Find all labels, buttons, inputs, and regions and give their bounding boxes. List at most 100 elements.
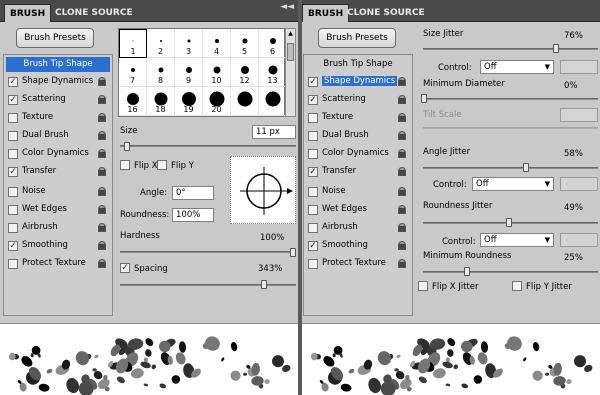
sidebar-item-dual-brush[interactable]: Dual Brush: [304, 127, 412, 145]
angle-field[interactable]: 0°: [172, 186, 214, 200]
lock-icon[interactable]: [398, 167, 406, 176]
brush-presets-button[interactable]: Brush Presets: [318, 28, 396, 48]
brush-tip-cell[interactable]: 9: [175, 58, 203, 87]
control-select-3[interactable]: Off ▼: [480, 233, 554, 247]
checkbox[interactable]: [308, 131, 318, 141]
checkbox[interactable]: [8, 131, 18, 141]
lock-icon[interactable]: [398, 149, 406, 158]
brush-presets-button[interactable]: Brush Presets: [16, 28, 94, 48]
sidebar-item-noise[interactable]: Noise: [304, 183, 412, 201]
sidebar-item-texture[interactable]: Texture: [304, 109, 412, 127]
lock-icon[interactable]: [98, 187, 106, 196]
sidebar-item-transfer[interactable]: ✓ Transfer: [4, 163, 112, 181]
brush-tip-cell[interactable]: 13: [259, 58, 287, 87]
angle-jitter-slider-thumb[interactable]: [523, 163, 529, 172]
checkbox[interactable]: [8, 259, 18, 269]
checkbox[interactable]: [308, 223, 318, 233]
size-slider-thumb[interactable]: [124, 142, 130, 151]
size-slider-track[interactable]: [120, 145, 296, 147]
lock-icon[interactable]: [398, 187, 406, 196]
sidebar-item-noise[interactable]: Noise: [4, 183, 112, 201]
roundness-field[interactable]: 100%: [172, 208, 214, 222]
sidebar-item-protect-texture[interactable]: Protect Texture: [304, 255, 412, 273]
spacing-slider-thumb[interactable]: [261, 280, 267, 289]
checkbox[interactable]: [8, 223, 18, 233]
lock-icon[interactable]: [98, 77, 106, 86]
lock-icon[interactable]: [98, 131, 106, 140]
checkbox[interactable]: [8, 149, 18, 159]
sidebar-item-airbrush[interactable]: Airbrush: [304, 219, 412, 237]
lock-icon[interactable]: [398, 205, 406, 214]
scroll-thumb[interactable]: [287, 43, 294, 61]
sidebar-item-scattering[interactable]: ✓ Scattering: [304, 91, 412, 109]
sidebar-item-protect-texture[interactable]: Protect Texture: [4, 255, 112, 273]
spacing-slider-track[interactable]: [120, 284, 296, 286]
sidebar-item-shape-dynamics[interactable]: ✓ Shape Dynamics: [304, 73, 412, 91]
lock-icon[interactable]: [398, 95, 406, 104]
brush-tip-cell[interactable]: 10: [203, 58, 231, 87]
control-select-2[interactable]: Off ▼: [472, 177, 554, 191]
sidebar-item-wet-edges[interactable]: Wet Edges: [4, 201, 112, 219]
lock-icon[interactable]: [98, 223, 106, 232]
brush-tip-cell[interactable]: 7: [119, 58, 147, 87]
checkbox[interactable]: [8, 205, 18, 215]
size-field[interactable]: 11 px: [252, 125, 296, 139]
flip-x-jitter-checkbox[interactable]: [418, 281, 428, 291]
brush-tip-cell[interactable]: [231, 87, 259, 116]
size-jitter-slider-track[interactable]: [423, 48, 598, 50]
lock-icon[interactable]: [398, 259, 406, 268]
lock-icon[interactable]: [98, 95, 106, 104]
flip-y-checkbox[interactable]: [157, 160, 167, 170]
checkbox[interactable]: ✓: [8, 95, 18, 105]
brush-tip-cell[interactable]: 2: [147, 29, 175, 58]
sidebar-item-transfer[interactable]: ✓ Transfer: [304, 163, 412, 181]
sidebar-item-color-dynamics[interactable]: Color Dynamics: [304, 145, 412, 163]
sidebar-item-wet-edges[interactable]: Wet Edges: [304, 201, 412, 219]
brush-tip-cell[interactable]: 12: [231, 58, 259, 87]
checkbox[interactable]: [308, 205, 318, 215]
checkbox[interactable]: [8, 113, 18, 123]
checkbox[interactable]: ✓: [308, 95, 318, 105]
min-roundness-slider-thumb[interactable]: [464, 267, 470, 276]
brush-tip-cell[interactable]: 4: [203, 29, 231, 58]
collapse-icon[interactable]: ◄◄: [280, 2, 294, 12]
sidebar-item-dual-brush[interactable]: Dual Brush: [4, 127, 112, 145]
sidebar-item-scattering[interactable]: ✓ Scattering: [4, 91, 112, 109]
checkbox[interactable]: ✓: [308, 241, 318, 251]
lock-icon[interactable]: [398, 77, 406, 86]
min-roundness-slider-track[interactable]: [423, 271, 598, 273]
brush-tip-cell[interactable]: 8: [147, 58, 175, 87]
min-diameter-slider-track[interactable]: [423, 98, 598, 100]
checkbox[interactable]: [308, 259, 318, 269]
lock-icon[interactable]: [98, 113, 106, 122]
lock-icon[interactable]: [398, 113, 406, 122]
sidebar-item-texture[interactable]: Texture: [4, 109, 112, 127]
checkbox[interactable]: [308, 113, 318, 123]
grid-scrollbar[interactable]: ▲: [285, 28, 296, 117]
brush-tip-cell[interactable]: [259, 87, 287, 116]
control-select[interactable]: Off ▼: [480, 60, 554, 74]
lock-icon[interactable]: [398, 131, 406, 140]
tab-clone-source[interactable]: CLONE SOURCE: [50, 4, 138, 22]
lock-icon[interactable]: [398, 223, 406, 232]
min-diameter-slider-thumb[interactable]: [421, 94, 427, 103]
lock-icon[interactable]: [98, 167, 106, 176]
spacing-checkbox[interactable]: ✓: [120, 263, 130, 273]
lock-icon[interactable]: [398, 241, 406, 250]
sidebar-item-airbrush[interactable]: Airbrush: [4, 219, 112, 237]
brush-tip-cell[interactable]: 18: [147, 87, 175, 116]
sidebar-item-shape-dynamics[interactable]: ✓ Shape Dynamics: [4, 73, 112, 91]
brush-tip-cell[interactable]: 16: [119, 87, 147, 116]
brush-tip-grid[interactable]: 1 2 3 4 5 6 7 8 9 10 12 13 16 18 19 20: [118, 28, 287, 117]
lock-icon[interactable]: [98, 149, 106, 158]
brush-tip-cell[interactable]: 20: [203, 87, 231, 116]
brush-tip-cell[interactable]: 6: [259, 29, 287, 58]
brush-tip-cell[interactable]: 5: [231, 29, 259, 58]
sidebar-item-smoothing[interactable]: ✓ Smoothing: [4, 237, 112, 255]
brush-tip-cell[interactable]: 19: [175, 87, 203, 116]
angle-roundness-preview[interactable]: [230, 156, 296, 224]
sidebar-item-color-dynamics[interactable]: Color Dynamics: [4, 145, 112, 163]
brush-tip-cell[interactable]: 3: [175, 29, 203, 58]
hardness-slider-thumb[interactable]: [290, 248, 296, 257]
checkbox[interactable]: [308, 187, 318, 197]
